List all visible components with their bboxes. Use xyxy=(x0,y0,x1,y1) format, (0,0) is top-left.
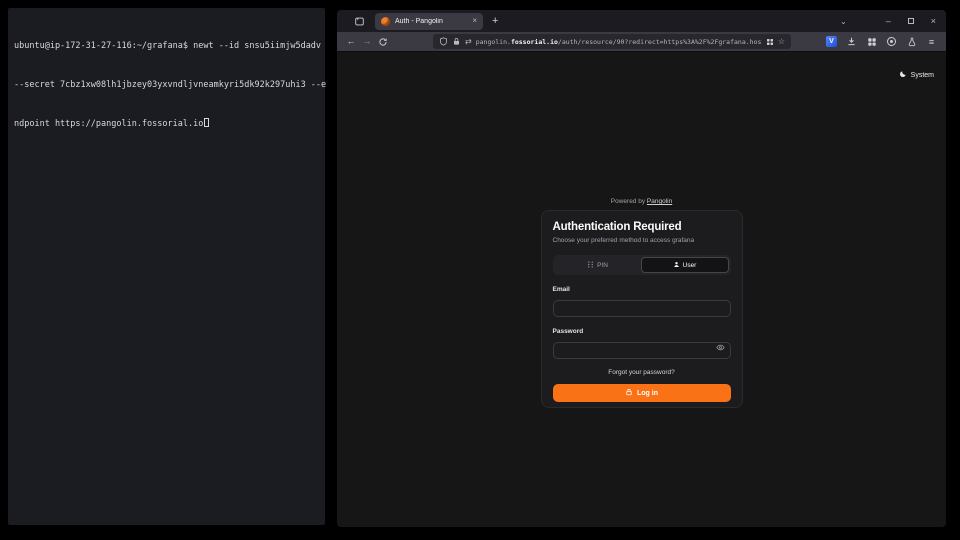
password-manager-addon-icon[interactable]: V xyxy=(823,34,840,50)
account-icon[interactable] xyxy=(883,34,900,50)
tab-pin-label: PIN xyxy=(597,262,608,269)
terminal-text: ndpoint https://pangolin.fossorial.io xyxy=(14,119,203,129)
bookmark-star-icon[interactable]: ☆ xyxy=(778,37,785,46)
show-password-icon[interactable] xyxy=(716,343,725,352)
url-domain: fossorial.io xyxy=(511,38,558,46)
terminal-line: ubuntu@ip-172-31-27-116:~/grafana$ newt … xyxy=(14,40,321,53)
url-text[interactable]: pangolin.fossorial.io/auth/resource/90?r… xyxy=(476,38,762,46)
theme-toggle[interactable]: System xyxy=(899,70,934,80)
flask-icon[interactable] xyxy=(903,34,920,50)
tab-close-icon[interactable]: × xyxy=(472,17,477,25)
login-lock-icon xyxy=(625,388,633,398)
powered-by: Powered by Pangolin xyxy=(337,198,946,205)
tab-user[interactable]: User xyxy=(641,257,729,273)
menu-icon[interactable]: ≡ xyxy=(923,34,940,50)
email-field[interactable] xyxy=(553,300,731,317)
url-subdomain: pangolin. xyxy=(476,38,511,46)
terminal-line: ndpoint https://pangolin.fossorial.io xyxy=(14,118,321,131)
user-icon xyxy=(673,261,680,270)
maximize-icon[interactable] xyxy=(908,18,914,24)
powered-by-text: Powered by xyxy=(611,198,645,205)
exchange-icon[interactable]: ⇄ xyxy=(465,37,472,46)
tab-title: Auth - Pangolin xyxy=(395,18,467,25)
tab-pin[interactable]: PIN xyxy=(555,257,641,273)
terminal-line: --secret 7cbz1xw08lh1jbzey03yxvndljvneam… xyxy=(14,79,321,92)
password-field[interactable] xyxy=(553,342,731,359)
lock-icon[interactable] xyxy=(452,37,461,46)
toolbar-right-icons: V ≡ xyxy=(823,34,940,50)
desktop: ubuntu@ip-172-31-27-116:~/grafana$ newt … xyxy=(0,0,960,540)
navigation-toolbar: ← → ⇄ pangolin.fossorial.io/auth/resourc… xyxy=(337,32,946,52)
window-controls: ⌄ – × xyxy=(840,16,946,26)
auth-card: Authentication Required Choose your pref… xyxy=(541,210,743,408)
browser-window: Auth - Pangolin × + ⌄ – × ← → xyxy=(337,10,946,527)
terminal-text: ubuntu@ip-172-31-27-116:~/grafana$ newt … xyxy=(14,41,321,51)
terminal-window[interactable]: ubuntu@ip-172-31-27-116:~/grafana$ newt … xyxy=(8,8,325,525)
login-button[interactable]: Log in xyxy=(553,384,731,402)
terminal-text: --secret 7cbz1xw08lh1jbzey03yxvndljvneam… xyxy=(14,80,326,90)
card-subtitle: Choose your preferred method to access g… xyxy=(553,237,731,244)
close-window-icon[interactable]: × xyxy=(931,16,936,26)
list-tabs-icon[interactable]: ⌄ xyxy=(840,17,847,26)
tracking-shield-icon[interactable] xyxy=(439,37,448,46)
email-input-wrap xyxy=(553,297,731,317)
method-tabs: PIN User xyxy=(553,255,731,275)
circle-icon xyxy=(887,37,896,46)
page-content: System Powered by Pangolin Authenticatio… xyxy=(337,52,946,527)
email-label: Email xyxy=(553,286,731,293)
addon-badge: V xyxy=(826,36,837,47)
tab-bar: Auth - Pangolin × + ⌄ – × xyxy=(337,10,946,32)
tab-user-label: User xyxy=(683,262,697,269)
password-input-wrap xyxy=(553,339,731,359)
moon-icon xyxy=(899,70,907,80)
minimize-icon[interactable]: – xyxy=(886,16,891,26)
browser-tab[interactable]: Auth - Pangolin × xyxy=(375,13,483,30)
back-icon[interactable]: ← xyxy=(343,37,359,46)
reload-icon[interactable] xyxy=(375,37,391,47)
pangolin-link[interactable]: Pangolin xyxy=(647,198,672,205)
forgot-password-link[interactable]: Forgot your password? xyxy=(553,369,731,376)
url-bar[interactable]: ⇄ pangolin.fossorial.io/auth/resource/90… xyxy=(433,34,791,49)
firefox-view-icon[interactable] xyxy=(351,13,367,29)
forward-icon[interactable]: → xyxy=(359,37,375,46)
grid-icon[interactable] xyxy=(766,38,774,46)
password-label: Password xyxy=(553,328,731,335)
url-path: /auth/resource/90?redirect=https%3A%2F%2… xyxy=(558,38,762,46)
extensions-icon[interactable] xyxy=(863,34,880,50)
theme-label: System xyxy=(911,72,934,79)
terminal-cursor xyxy=(204,118,209,127)
login-button-label: Log in xyxy=(637,390,658,397)
new-tab-button[interactable]: + xyxy=(492,16,498,27)
card-title: Authentication Required xyxy=(553,221,731,233)
keypad-icon xyxy=(587,261,594,270)
downloads-icon[interactable] xyxy=(843,34,860,50)
pangolin-favicon-icon xyxy=(381,17,390,26)
